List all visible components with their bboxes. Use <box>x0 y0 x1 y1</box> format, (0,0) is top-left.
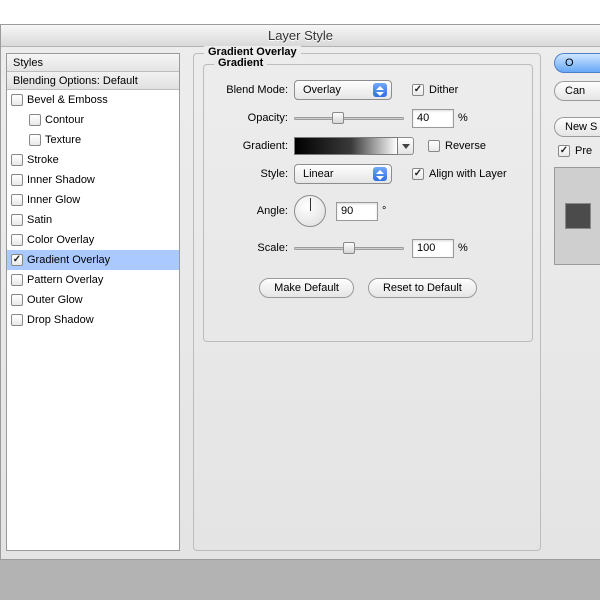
percent-unit: % <box>458 242 468 254</box>
styles-item-texture[interactable]: Texture <box>7 130 179 150</box>
styles-item-label: Inner Shadow <box>27 170 95 190</box>
gradient-label: Gradient: <box>204 140 294 152</box>
styles-item-label: Drop Shadow <box>27 310 94 330</box>
checkbox-icon[interactable] <box>11 194 23 206</box>
new-style-button[interactable]: New S <box>554 117 600 137</box>
styles-item-label: Color Overlay <box>27 230 94 250</box>
checkbox-icon <box>428 140 440 152</box>
cancel-button[interactable]: Can <box>554 81 600 101</box>
align-with-layer-checkbox[interactable]: Align with Layer <box>412 168 507 180</box>
reverse-checkbox[interactable]: Reverse <box>428 140 486 152</box>
preview-box <box>554 167 600 265</box>
checkbox-icon[interactable] <box>11 314 23 326</box>
blend-mode-label: Blend Mode: <box>204 84 294 96</box>
checkbox-icon[interactable] <box>29 114 41 126</box>
checkbox-icon[interactable] <box>11 94 23 106</box>
scale-input[interactable]: 100 <box>412 239 454 258</box>
checkbox-icon[interactable] <box>29 134 41 146</box>
checkbox-icon[interactable] <box>11 214 23 226</box>
opacity-input[interactable]: 40 <box>412 109 454 128</box>
styles-item-label: Texture <box>45 130 81 150</box>
checkbox-icon[interactable] <box>11 234 23 246</box>
checkbox-icon[interactable] <box>11 154 23 166</box>
styles-item-pattern-overlay[interactable]: Pattern Overlay <box>7 270 179 290</box>
scale-slider[interactable] <box>294 241 404 255</box>
styles-item-label: Gradient Overlay <box>27 250 110 270</box>
style-label: Style: <box>204 168 294 180</box>
styles-item-outer-glow[interactable]: Outer Glow <box>7 290 179 310</box>
gradient-inner-group: Gradient Blend Mode: Overlay Dither <box>203 64 533 342</box>
angle-input[interactable]: 90 <box>336 202 378 221</box>
styles-item-drop-shadow[interactable]: Drop Shadow <box>7 310 179 330</box>
styles-item-inner-glow[interactable]: Inner Glow <box>7 190 179 210</box>
styles-item-gradient-overlay[interactable]: Gradient Overlay <box>7 250 179 270</box>
styles-item-color-overlay[interactable]: Color Overlay <box>7 230 179 250</box>
layer-style-window: Layer Style Styles Blending Options: Def… <box>0 24 600 560</box>
styles-panel: Styles Blending Options: Default Bevel &… <box>6 53 180 551</box>
styles-item-label: Contour <box>45 110 84 130</box>
styles-item-stroke[interactable]: Stroke <box>7 150 179 170</box>
dither-checkbox[interactable]: Dither <box>412 84 458 96</box>
style-select[interactable]: Linear <box>294 164 392 184</box>
styles-item-contour[interactable]: Contour <box>7 110 179 130</box>
make-default-button[interactable]: Make Default <box>259 278 354 298</box>
checkbox-icon[interactable] <box>11 274 23 286</box>
preview-swatch <box>565 203 591 229</box>
gradient-overlay-group: Gradient Overlay Gradient Blend Mode: Ov… <box>193 53 541 551</box>
checkbox-icon[interactable] <box>11 294 23 306</box>
styles-item-label: Bevel & Emboss <box>27 90 108 110</box>
inner-group-title: Gradient <box>214 57 267 69</box>
ok-button[interactable]: O <box>554 53 600 73</box>
gradient-swatch[interactable] <box>294 137 398 155</box>
opacity-label: Opacity: <box>204 112 294 124</box>
styles-item-bevel-emboss[interactable]: Bevel & Emboss <box>7 90 179 110</box>
checkbox-icon <box>412 168 424 180</box>
scale-label: Scale: <box>204 242 294 254</box>
styles-item-label: Stroke <box>27 150 59 170</box>
styles-header[interactable]: Styles <box>7 54 179 72</box>
checkbox-icon[interactable] <box>11 254 23 266</box>
styles-item-label: Pattern Overlay <box>27 270 103 290</box>
degree-unit: ° <box>382 205 386 217</box>
reset-to-default-button[interactable]: Reset to Default <box>368 278 477 298</box>
checkbox-icon <box>412 84 424 96</box>
window-title: Layer Style <box>1 25 600 47</box>
styles-item-label: Satin <box>27 210 52 230</box>
dialog-buttons: O Can New S Pre <box>554 53 600 551</box>
angle-label: Angle: <box>204 205 294 217</box>
styles-item-satin[interactable]: Satin <box>7 210 179 230</box>
checkbox-icon[interactable] <box>11 174 23 186</box>
styles-item-label: Outer Glow <box>27 290 83 310</box>
blend-mode-select[interactable]: Overlay <box>294 80 392 100</box>
blending-options-header[interactable]: Blending Options: Default <box>7 72 179 90</box>
checkbox-icon <box>558 145 570 157</box>
styles-item-inner-shadow[interactable]: Inner Shadow <box>7 170 179 190</box>
preview-checkbox[interactable]: Pre <box>554 145 600 157</box>
percent-unit: % <box>458 112 468 124</box>
styles-item-label: Inner Glow <box>27 190 80 210</box>
angle-dial[interactable] <box>294 195 326 227</box>
opacity-slider[interactable] <box>294 111 404 125</box>
gradient-dropdown[interactable] <box>398 137 414 155</box>
